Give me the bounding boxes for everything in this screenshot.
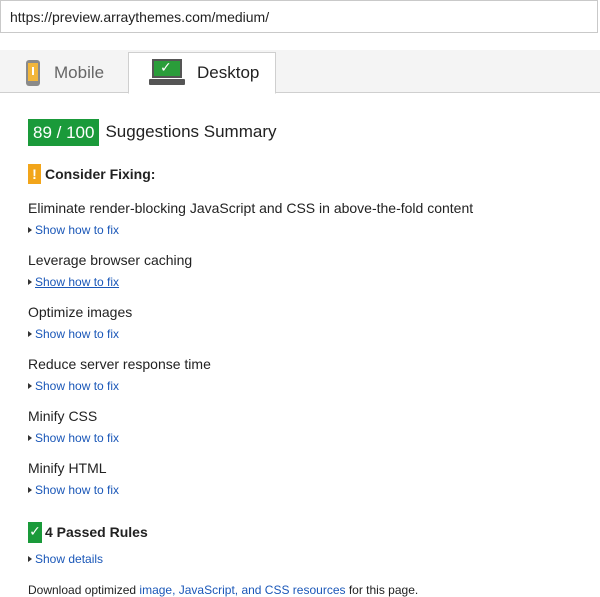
- consider-fixing-header: ! Consider Fixing:: [28, 163, 588, 185]
- download-footer: Download optimized image, JavaScript, an…: [28, 583, 419, 597]
- show-how-to-fix-link[interactable]: Show how to fix: [28, 430, 588, 446]
- rule-item: Minify CSS Show how to fix: [28, 407, 588, 446]
- url-bar[interactable]: https://preview.arraythemes.com/medium/: [0, 0, 598, 33]
- tab-bar: Mobile ✓ Desktop: [0, 50, 600, 94]
- show-how-to-fix-label: Show how to fix: [35, 327, 120, 341]
- rule-title: Leverage browser caching: [28, 252, 193, 268]
- expand-triangle-icon: [28, 279, 32, 285]
- rule-item: Minify HTML Show how to fix: [28, 459, 588, 498]
- rule-item: Optimize images Show how to fix: [28, 303, 588, 342]
- mobile-warning-icon: [26, 59, 40, 86]
- score-row: 89 / 100 Suggestions Summary: [28, 118, 588, 146]
- show-how-to-fix-label: Show how to fix: [35, 483, 120, 497]
- tab-desktop[interactable]: ✓ Desktop: [128, 52, 276, 94]
- check-icon: ✓: [28, 521, 42, 543]
- rule-title: Minify HTML: [28, 460, 107, 476]
- desktop-check-icon: ✓: [149, 59, 185, 87]
- rule-title: Optimize images: [28, 304, 133, 320]
- results-panel: 89 / 100 Suggestions Summary ! Consider …: [28, 118, 588, 597]
- rule-title: Eliminate render-blocking JavaScript and…: [28, 200, 474, 216]
- rule-item: Reduce server response time Show how to f…: [28, 355, 588, 394]
- show-how-to-fix-label: Show how to fix: [35, 431, 120, 445]
- download-resources-link[interactable]: image, JavaScript, and CSS resources: [139, 583, 345, 597]
- show-how-to-fix-link[interactable]: Show how to fix: [28, 482, 588, 498]
- show-how-to-fix-link[interactable]: Show how to fix: [28, 274, 588, 290]
- rule-item: Eliminate render-blocking JavaScript and…: [28, 199, 588, 238]
- rule-item: Leverage browser caching Show how to fix: [28, 251, 588, 290]
- expand-triangle-icon: [28, 435, 32, 441]
- tab-mobile[interactable]: Mobile: [0, 52, 128, 93]
- show-how-to-fix-label: Show how to fix: [35, 379, 120, 393]
- warning-icon: !: [28, 164, 41, 184]
- tab-desktop-label: Desktop: [197, 63, 260, 82]
- show-how-to-fix-link[interactable]: Show how to fix: [28, 378, 588, 394]
- show-how-to-fix-link[interactable]: Show how to fix: [28, 326, 588, 342]
- expand-triangle-icon: [28, 556, 32, 562]
- passed-rules-title: 4 Passed Rules: [45, 524, 148, 540]
- expand-triangle-icon: [28, 227, 32, 233]
- show-how-to-fix-label: Show how to fix: [35, 275, 120, 289]
- expand-triangle-icon: [28, 331, 32, 337]
- consider-fixing-title: Consider Fixing:: [45, 166, 156, 182]
- expand-triangle-icon: [28, 383, 32, 389]
- show-how-to-fix-label: Show how to fix: [35, 223, 120, 237]
- score-title: Suggestions Summary: [105, 122, 277, 141]
- rule-title: Reduce server response time: [28, 356, 211, 372]
- show-details-link[interactable]: Show details: [28, 551, 588, 567]
- passed-rules-header: ✓ 4 Passed Rules: [28, 521, 588, 543]
- expand-triangle-icon: [28, 487, 32, 493]
- score-badge: 89 / 100: [28, 118, 100, 146]
- tab-mobile-label: Mobile: [54, 62, 105, 82]
- show-how-to-fix-link[interactable]: Show how to fix: [28, 222, 588, 238]
- url-text[interactable]: https://preview.arraythemes.com/medium/: [10, 9, 269, 25]
- rule-title: Minify CSS: [28, 408, 98, 424]
- rules-list: Eliminate render-blocking JavaScript and…: [28, 199, 588, 498]
